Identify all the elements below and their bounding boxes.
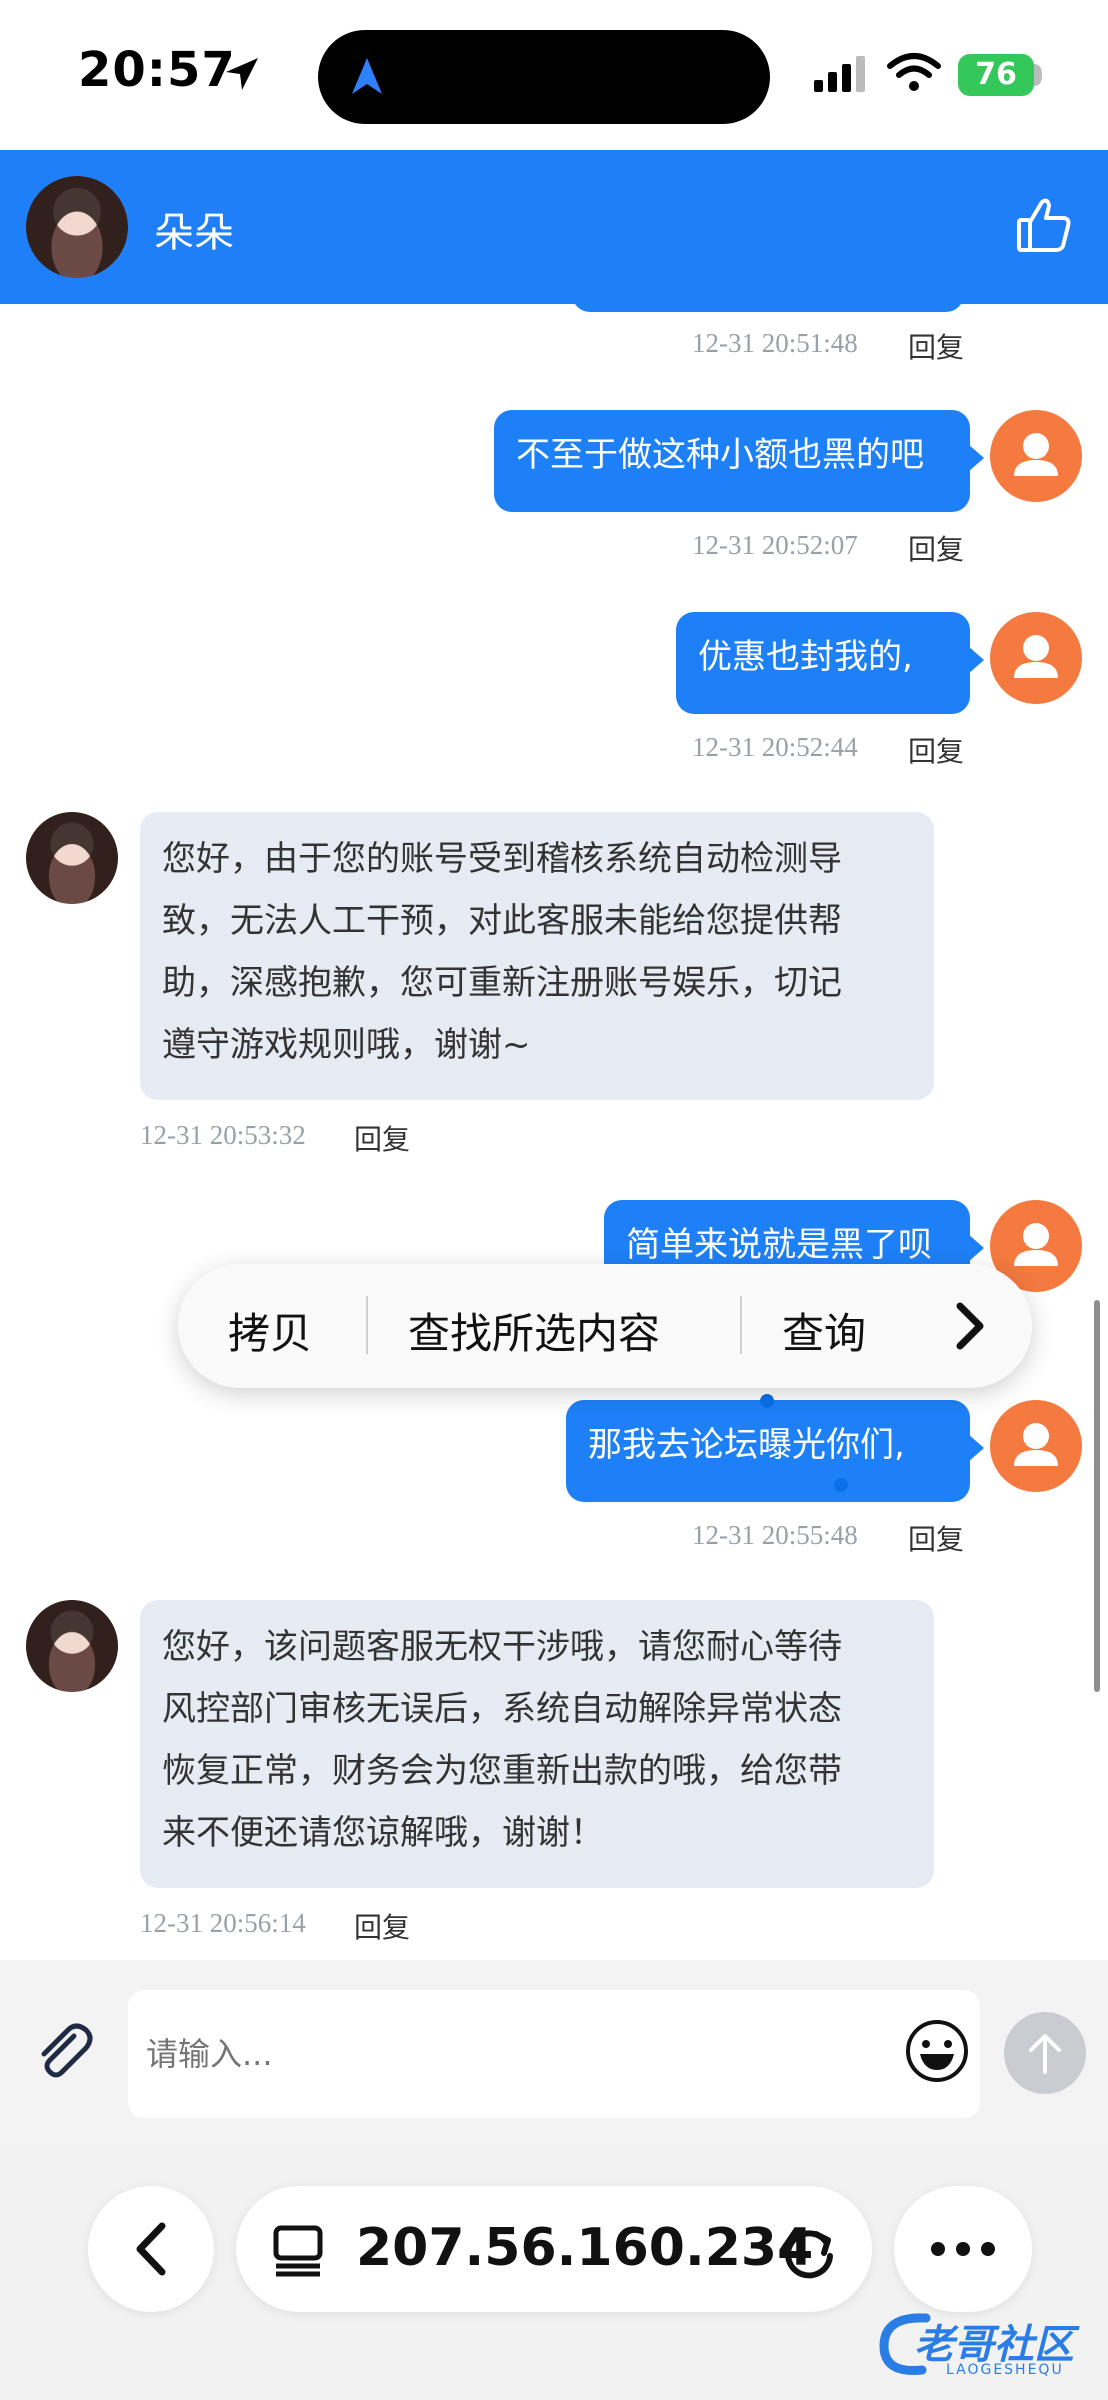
menu-divider (740, 1296, 742, 1354)
thumbs-up-icon[interactable] (1016, 196, 1072, 254)
back-button[interactable] (88, 2186, 214, 2312)
message-text: 优惠也封我的, (698, 637, 913, 677)
selection-handle-end[interactable] (834, 1478, 848, 1492)
user-icon (1014, 1423, 1058, 1466)
message-timestamp: 12-31 20:55:48 (692, 1520, 858, 1550)
message-bubble-outgoing[interactable]: 不至于做这种小额也黑的吧 (494, 410, 970, 512)
emoji-icon[interactable] (904, 2018, 970, 2084)
battery-cap-icon (1034, 64, 1042, 86)
dynamic-island (318, 30, 770, 124)
wifi-icon (887, 53, 941, 91)
message-timestamp: 12-31 20:53:32 (140, 1120, 306, 1150)
cellular-signal-icon (814, 56, 865, 92)
message-bubble-outgoing[interactable]: 那我去论坛曝光你们, (566, 1400, 970, 1502)
message-text: 简单来说就是黑了呗 (626, 1225, 932, 1265)
bubble-tail (968, 1434, 984, 1462)
battery-level: 76 (958, 54, 1034, 96)
message-timestamp: 12-31 20:56:14 (140, 1908, 306, 1938)
reply-button[interactable]: 回复 (908, 730, 964, 770)
agent-avatar[interactable] (26, 812, 118, 904)
status-time: 20:57 (78, 42, 236, 98)
message-bubble-outgoing[interactable] (572, 292, 964, 312)
agent-avatar[interactable] (26, 1600, 118, 1692)
message-text: 那我去论坛曝光你们, (588, 1425, 905, 1465)
message-bubble-outgoing[interactable]: 优惠也封我的, (676, 612, 970, 714)
reply-button[interactable]: 回复 (354, 1118, 410, 1158)
bubble-tail (968, 1234, 984, 1262)
message-text: 不至于做这种小额也黑的吧 (516, 435, 924, 475)
user-avatar[interactable] (990, 612, 1082, 704)
menu-lookup[interactable]: 查询 (782, 1300, 866, 1361)
reply-button[interactable]: 回复 (908, 1518, 964, 1558)
message-input[interactable] (128, 1990, 980, 2118)
more-button[interactable] (894, 2186, 1032, 2312)
paperclip-icon[interactable] (30, 2018, 96, 2084)
address-text: 207.56.160.234 (356, 2218, 814, 2278)
user-icon (1014, 433, 1058, 476)
message-timestamp: 12-31 20:51:48 (692, 328, 858, 358)
message-text-line: 恢复正常，财务会为您重新出款的哦，给您带 (162, 1751, 842, 1791)
message-text-line: 您好，由于您的账号受到稽核系统自动检测导 (162, 839, 842, 879)
reply-button[interactable]: 回复 (908, 326, 964, 366)
selection-handle-start[interactable] (760, 1394, 774, 1408)
message-text-line: 遵守游戏规则哦，谢谢~ (162, 1025, 531, 1065)
user-avatar[interactable] (990, 1400, 1082, 1492)
watermark-logo: 老哥社区 LAOGESHEQU (874, 2308, 1094, 2388)
message-bubble-incoming[interactable]: 您好，由于您的账号受到稽核系统自动检测导 致，无法人工干预，对此客服未能给您提供… (140, 812, 934, 1100)
contact-name: 朵朵 (154, 210, 234, 256)
more-dots-icon (931, 2242, 995, 2256)
bubble-tail (968, 444, 984, 472)
chevron-left-icon (136, 2222, 166, 2276)
menu-copy[interactable]: 拷贝 (228, 1300, 312, 1361)
reply-button[interactable]: 回复 (354, 1906, 410, 1946)
message-text-line: 您好，该问题客服无权干涉哦，请您耐心等待 (162, 1627, 842, 1667)
arrow-up-icon (1029, 2034, 1061, 2074)
reader-view-icon[interactable] (270, 2222, 326, 2278)
message-text-line: 风控部门审核无误后，系统自动解除异常状态 (162, 1689, 842, 1729)
message-timestamp: 12-31 20:52:07 (692, 530, 858, 560)
message-text-line: 助，深感抱歉，您可重新注册账号娱乐，切记 (162, 963, 842, 1003)
location-arrow-icon (226, 58, 258, 90)
reply-button[interactable]: 回复 (908, 528, 964, 568)
bubble-tail (968, 646, 984, 674)
message-text-line: 致，无法人工干预，对此客服未能给您提供帮 (162, 901, 842, 941)
user-icon (1014, 635, 1058, 678)
message-text-line: 来不便还请您谅解哦，谢谢！ (162, 1813, 604, 1853)
send-button[interactable] (1004, 2012, 1086, 2094)
watermark-subtext: LAOGESHEQU (946, 2362, 1064, 2378)
user-avatar[interactable] (990, 410, 1082, 502)
message-timestamp: 12-31 20:52:44 (692, 732, 858, 762)
message-bubble-incoming[interactable]: 您好，该问题客服无权干涉哦，请您耐心等待 风控部门审核无误后，系统自动解除异常状… (140, 1600, 934, 1888)
menu-find-selection[interactable]: 查找所选内容 (408, 1300, 660, 1361)
contact-avatar[interactable] (26, 176, 128, 278)
reload-icon[interactable] (778, 2220, 840, 2282)
menu-divider (366, 1296, 368, 1354)
scrollbar[interactable] (1094, 1300, 1100, 1692)
navigation-arrow-icon (352, 58, 382, 94)
chevron-right-icon[interactable] (948, 1298, 992, 1354)
